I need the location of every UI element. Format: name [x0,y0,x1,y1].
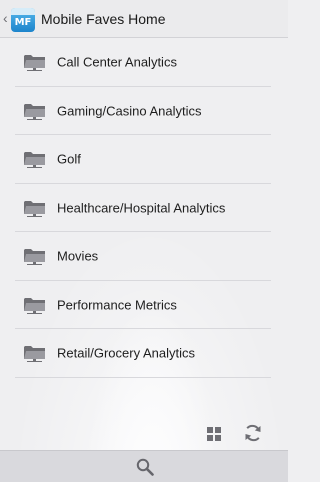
app-logo-text: MF [14,17,32,28]
app-logo-icon[interactable]: MF [11,8,35,32]
folder-icon [24,346,45,362]
bottom-bar [0,450,288,482]
list-item-label: Gaming/Casino Analytics [57,103,202,119]
list-item-label: Golf [57,151,81,167]
grid-view-icon[interactable] [207,427,221,441]
list-item-performance-metrics[interactable]: Performance Metrics [0,281,288,330]
search-icon[interactable] [136,458,154,476]
list-item-retail-grocery-analytics[interactable]: Retail/Grocery Analytics [0,329,288,378]
page-title: Mobile Faves Home [41,11,166,27]
folder-icon [24,200,45,217]
folder-icon [24,103,45,120]
app-logo-strip [11,8,35,15]
list-item-healthcare-hospital-analytics[interactable]: Healthcare/Hospital Analytics [0,184,288,233]
folder-icon [24,249,45,265]
list-item-label: Movies [57,248,99,264]
folder-icon [24,297,45,314]
folder-icon [24,55,45,71]
list-item-label: Healthcare/Hospital Analytics [57,200,226,216]
list-item-gaming-casino-analytics[interactable]: Gaming/Casino Analytics [0,87,288,136]
list-item-golf[interactable]: Golf [0,135,288,184]
list-item-label: Performance Metrics [57,297,177,313]
list-item-label: Call Center Analytics [57,54,177,70]
favorites-list-panel: Call Center Analytics Gaming/Casino Anal… [0,38,288,450]
list-item-movies[interactable]: Movies [0,232,288,281]
chevron-left-icon[interactable]: ‹ [3,11,8,25]
list-item-label: Retail/Grocery Analytics [57,345,195,361]
folder-icon [24,152,45,168]
list-item-call-center-analytics[interactable]: Call Center Analytics [0,38,288,87]
refresh-icon[interactable] [243,423,263,443]
favorites-folder-list: Call Center Analytics Gaming/Casino Anal… [0,38,288,378]
app-header: ‹ MF Mobile Faves Home [0,0,288,38]
